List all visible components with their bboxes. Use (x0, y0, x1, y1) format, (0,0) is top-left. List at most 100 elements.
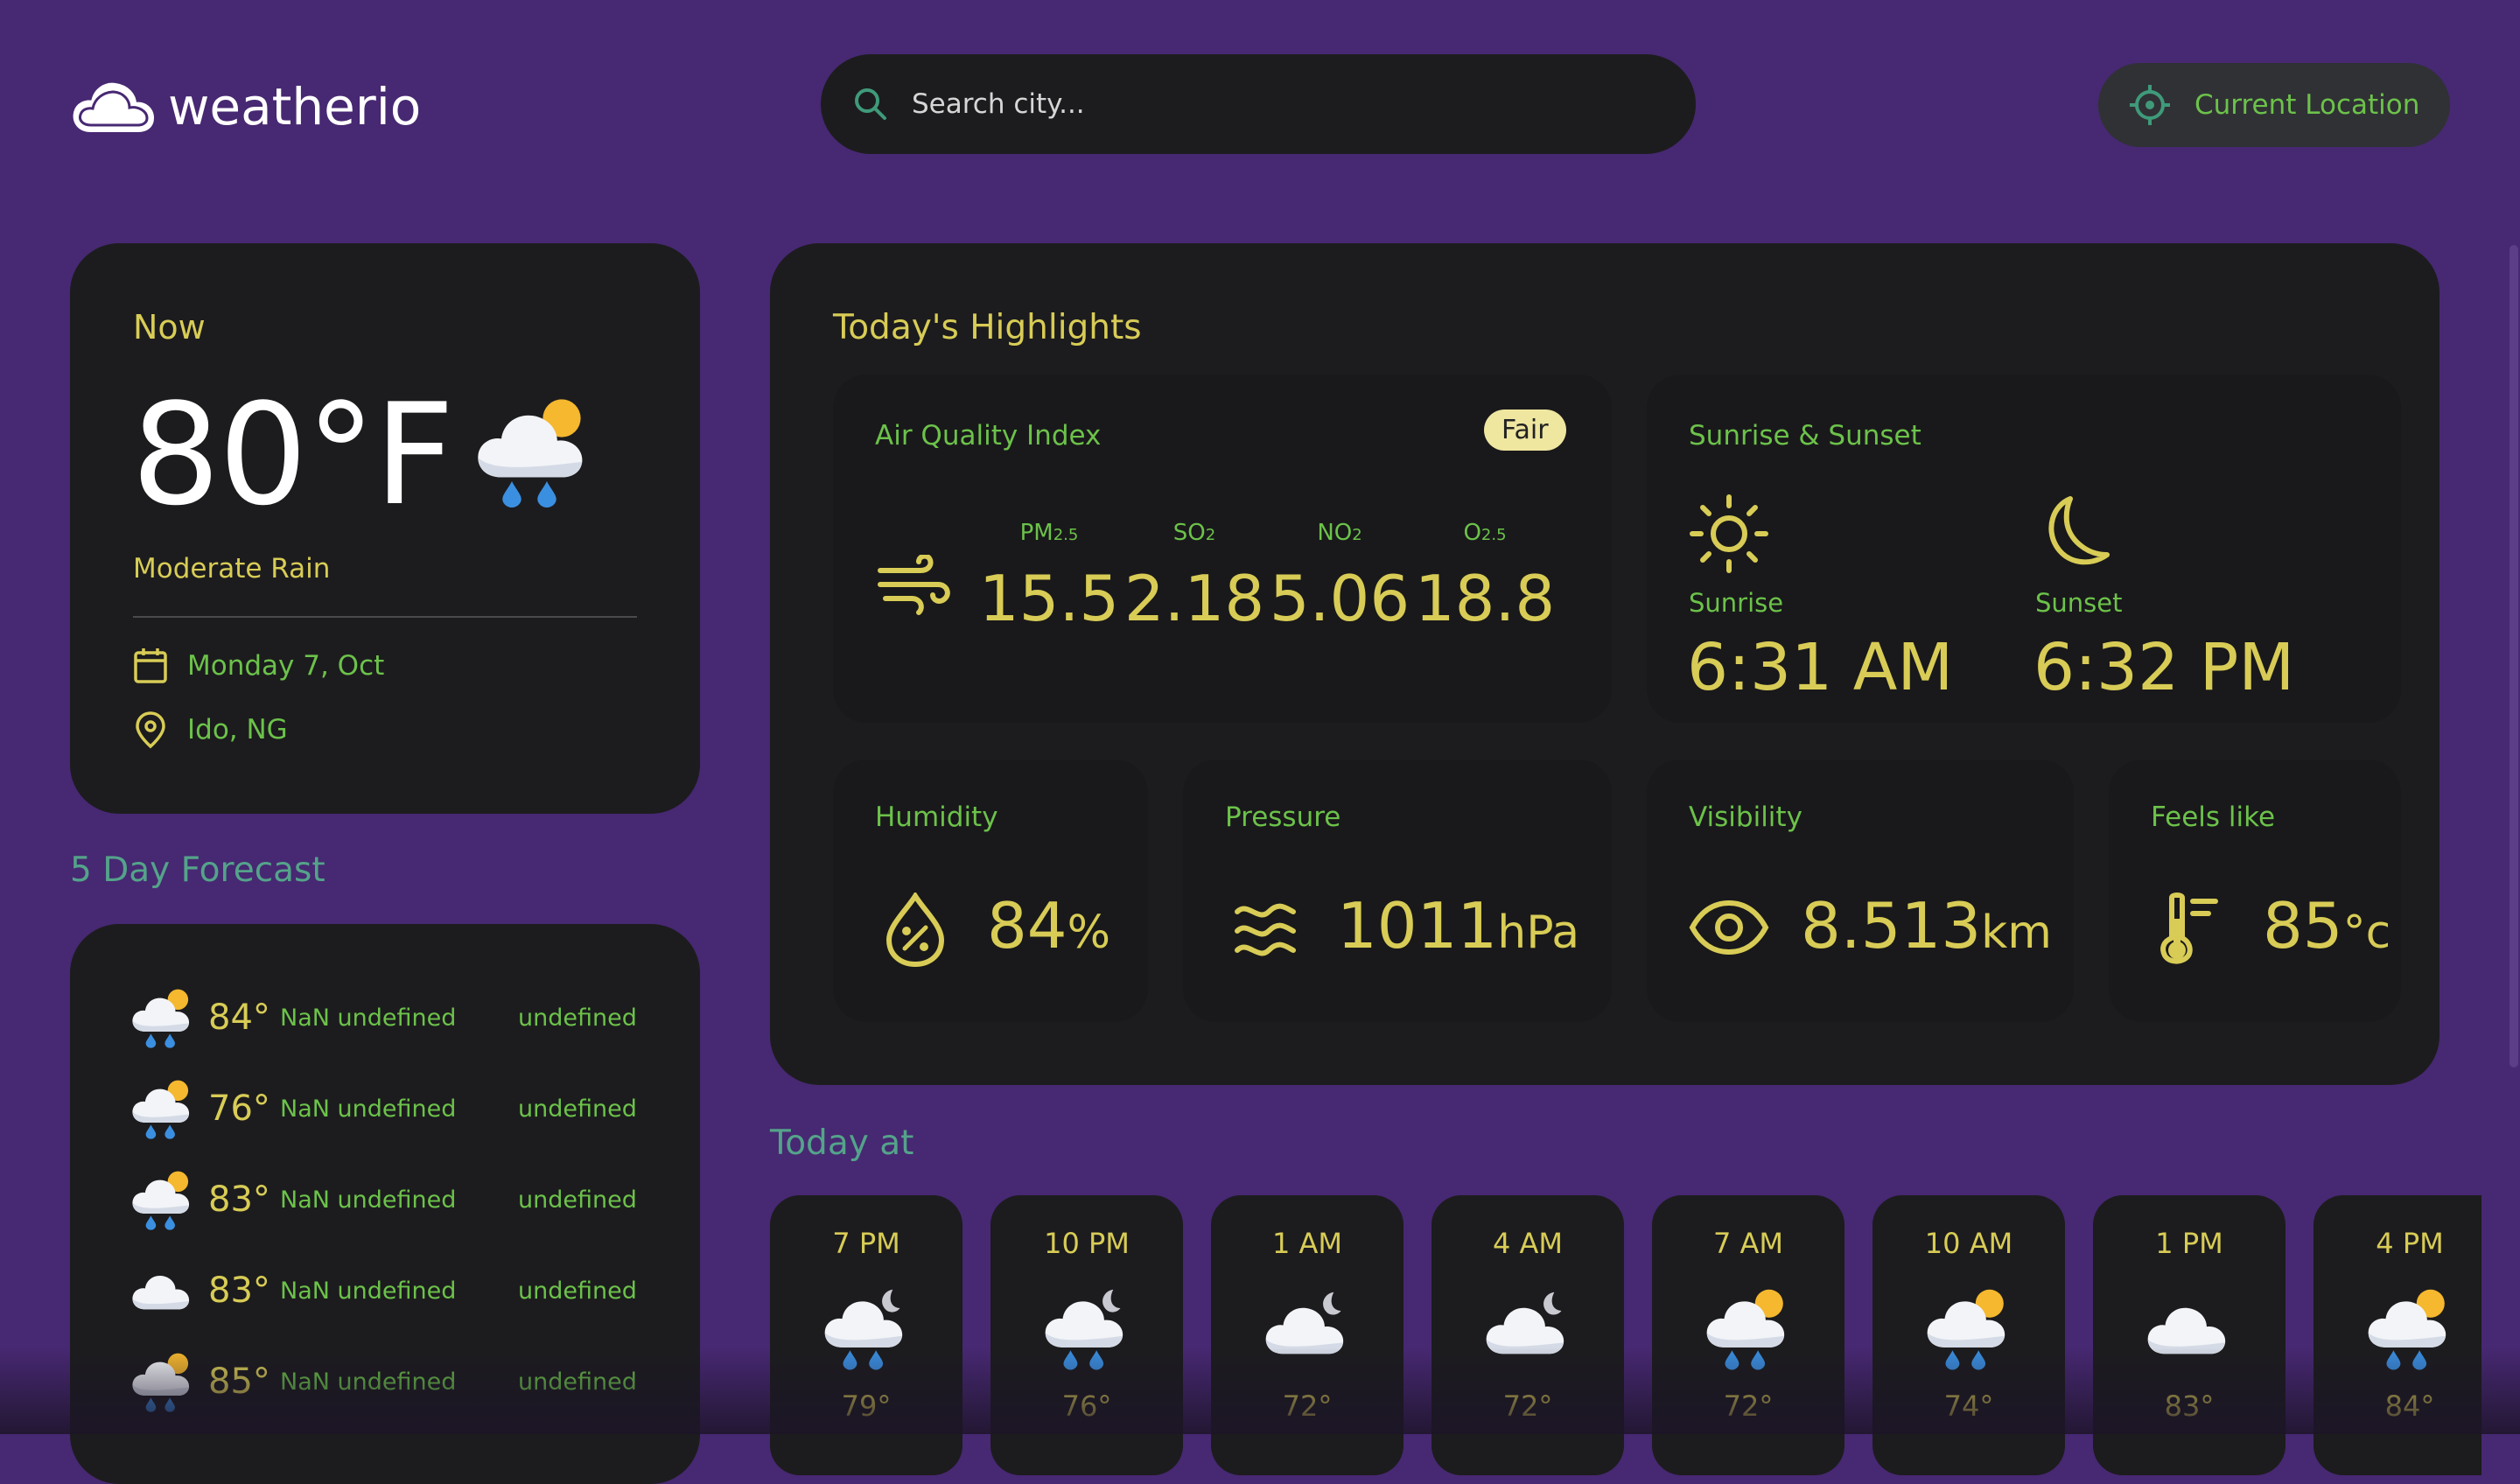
forecast-temp: 83° (208, 1270, 270, 1311)
feels-like-panel: Feels like 85°c (2109, 760, 2401, 1022)
highlights-title: Today's Highlights (833, 308, 1142, 347)
forecast-temp: 76° (208, 1088, 270, 1129)
pressure-waves-icon (1235, 903, 1296, 956)
hour-time: 7 AM (1712, 1227, 1784, 1260)
forecast-row: 84° NaN undefined undefined (130, 978, 654, 1057)
pressure-panel: Pressure 1011hPa (1183, 760, 1612, 1022)
rain-moon-icon (1045, 1289, 1124, 1370)
humidity-value-wrap: 84% (987, 889, 1110, 962)
cloud-logo-icon (73, 82, 155, 132)
o3-sub: 2.5 (1480, 526, 1507, 544)
pressure-unit: hPa (1497, 906, 1580, 959)
hour-temp: 72° (1723, 1390, 1774, 1423)
current-location-button[interactable]: Current Location (2098, 63, 2450, 147)
visibility-title: Visibility (1689, 802, 1802, 833)
rain-moon-icon (824, 1289, 903, 1370)
feels-like-unit: °c (2342, 906, 2391, 959)
hour-card: 10 PM 76° (990, 1195, 1183, 1475)
rain-sun-icon (132, 1171, 190, 1230)
o3-label: O (1463, 520, 1481, 546)
so2-item: SO2 2.18 (1122, 520, 1267, 635)
air-quality-values: PM2.5 15.5 SO2 2.18 NO2 5.06 O2.5 18.8 (976, 520, 1558, 635)
eye-icon (1689, 900, 1769, 956)
humidity-unit: % (1067, 906, 1111, 959)
storm-sun-icon (132, 1353, 190, 1412)
humidity-icon (886, 892, 945, 968)
hour-time: 4 PM (2376, 1227, 2444, 1260)
visibility-value-wrap: 8.513km (1801, 889, 2052, 962)
today-title: Today at (770, 1124, 914, 1163)
search-input[interactable]: Search city... (912, 88, 1085, 120)
scrollbar-thumb[interactable] (2510, 245, 2518, 1068)
divider (133, 616, 637, 618)
hour-temp: 76° (1061, 1390, 1112, 1423)
humidity-title: Humidity (875, 802, 998, 833)
forecast-row: 83° NaN undefined undefined (130, 1160, 654, 1239)
forecast-temp: 83° (208, 1180, 270, 1220)
sunrise-label: Sunrise (1689, 588, 1784, 618)
feels-like-value-wrap: 85°c (2263, 889, 2390, 962)
forecast-date: NaN undefined (280, 1368, 457, 1396)
now-title: Now (133, 308, 206, 346)
forecast-title: 5 Day Forecast (70, 850, 326, 890)
hour-card: 4 PM 84° (2314, 1195, 2482, 1475)
forecast-date: NaN undefined (280, 1095, 457, 1123)
humidity-value: 84 (987, 889, 1068, 962)
hour-card: 4 AM 72° (1432, 1195, 1624, 1475)
pm25-value: 15.5 (978, 562, 1120, 635)
no2-item: NO2 5.06 (1267, 520, 1412, 635)
no2-label: NO (1317, 520, 1353, 546)
forecast-day: undefined (518, 1186, 637, 1214)
forecast-temp: 84° (208, 998, 270, 1038)
current-temperature: 80°F (131, 373, 455, 536)
visibility-panel: Visibility 8.513km (1647, 760, 2074, 1022)
app-name: weatherio (168, 77, 422, 136)
pm25-sub: 2.5 (1053, 526, 1079, 544)
app-logo[interactable]: weatherio (70, 70, 421, 144)
cloud-moon-icon (1486, 1292, 1564, 1354)
search-bar[interactable]: Search city... (821, 54, 1696, 154)
current-location: Ido, NG (187, 714, 288, 746)
air-quality-badge: Fair (1484, 410, 1566, 451)
hour-temp: 83° (2164, 1390, 2215, 1423)
location-row: Ido, NG (133, 710, 288, 749)
sunset-time: 6:32 PM (2034, 630, 2295, 705)
feels-like-value: 85 (2263, 889, 2343, 962)
pm25-label: PM (1019, 520, 1054, 546)
so2-label: SO (1172, 520, 1206, 546)
highlights-card: Today's Highlights Air Quality Index Fai… (770, 243, 2440, 1085)
sun-panel: Sunrise & Sunset Sunrise 6:31 AM Sunset … (1647, 374, 2401, 723)
so2-sub: 2 (1205, 526, 1216, 544)
air-quality-panel: Air Quality Index Fair PM2.5 15.5 SO2 2.… (833, 374, 1612, 723)
pressure-value-wrap: 1011hPa (1337, 889, 1579, 962)
so2-value: 2.18 (1124, 562, 1265, 635)
current-location-label: Current Location (2194, 89, 2420, 121)
pressure-title: Pressure (1225, 802, 1341, 833)
forecast-day: undefined (518, 1277, 637, 1305)
search-icon (855, 88, 886, 120)
pressure-value: 1011 (1337, 889, 1498, 962)
pm25-item: PM2.5 15.5 (976, 520, 1122, 635)
current-weather-card: Now 80°F Moderate Rain Monday 7, Oct Ido… (70, 243, 700, 814)
thermometer-icon (2160, 892, 2218, 964)
rain-sun-icon (2368, 1289, 2446, 1370)
rain-sun-icon (478, 399, 583, 508)
hour-time: 10 PM (1044, 1227, 1130, 1260)
sunrise-time: 6:31 AM (1687, 630, 1954, 705)
current-date: Monday 7, Oct (187, 650, 385, 682)
forecast-row: 76° NaN undefined undefined (130, 1069, 654, 1148)
rain-sun-icon (132, 1080, 190, 1139)
rain-sun-icon (1706, 1289, 1785, 1370)
date-row: Monday 7, Oct (133, 648, 384, 684)
no2-sub: 2 (1352, 526, 1362, 544)
no2-value: 5.06 (1269, 562, 1410, 635)
cloud-icon (2147, 1307, 2226, 1354)
location-pin-icon (136, 711, 165, 749)
sun-title: Sunrise & Sunset (1689, 420, 1922, 452)
hour-time: 7 PM (832, 1227, 900, 1260)
hour-temp: 79° (841, 1390, 892, 1423)
hour-card: 1 PM 83° (2093, 1195, 2286, 1475)
hour-card: 7 PM 79° (770, 1195, 962, 1475)
crosshair-icon (2130, 85, 2170, 125)
o3-item: O2.5 18.8 (1412, 520, 1558, 635)
